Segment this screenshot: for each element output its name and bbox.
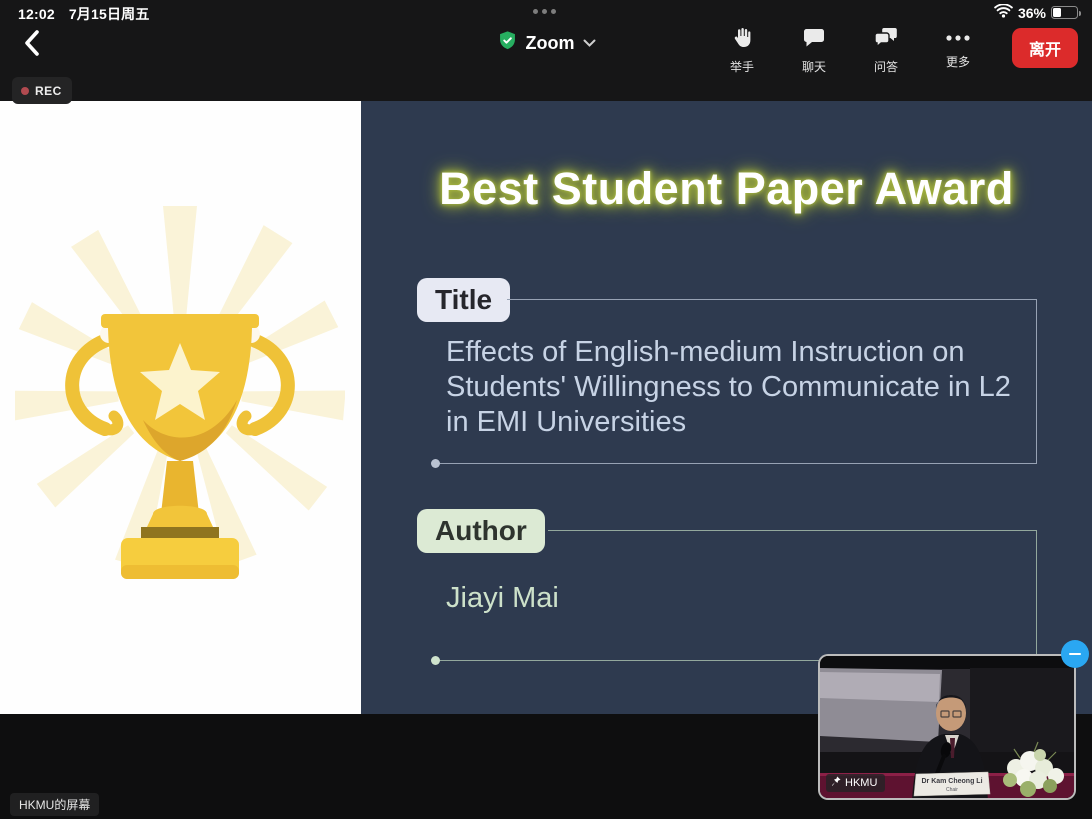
name-card-line1: Dr Kam Cheong Li: [921, 778, 982, 785]
qa-icon: [874, 26, 898, 55]
meeting-controls: 举手 聊天 问答 更多 离开: [720, 26, 1078, 75]
status-indicators: 36%: [994, 4, 1078, 21]
title-section-label: Title: [417, 278, 510, 322]
minimize-thumbnail-button[interactable]: [1061, 640, 1089, 668]
participant-name-badge: HKMU: [826, 774, 885, 792]
title-box-dot: [431, 459, 440, 468]
author-box-dot: [431, 656, 440, 665]
raise-hand-button[interactable]: 举手: [720, 26, 764, 75]
name-card-line2: Chair: [946, 787, 958, 793]
more-button[interactable]: 更多: [936, 26, 980, 70]
zoom-meeting-screen: 12:02 7月15日周五 36% Zoom: [0, 0, 1092, 819]
shared-screen-slide: Best Student Paper Award Title Effects o…: [0, 101, 1092, 714]
more-icon: [945, 26, 971, 50]
author-name-text: Jiayi Mai: [446, 582, 559, 615]
minus-icon: [1069, 653, 1081, 656]
security-shield-icon: [497, 30, 518, 56]
participant-video-thumbnail[interactable]: Dr Kam Cheong Li Chair HKMU: [818, 654, 1076, 800]
more-label: 更多: [946, 53, 970, 70]
app-options-handle[interactable]: [533, 9, 556, 14]
recording-indicator: REC: [12, 77, 72, 104]
meeting-info-dropdown[interactable]: Zoom: [497, 30, 596, 56]
app-title: Zoom: [526, 33, 575, 54]
status-date: 7月15日周五: [69, 6, 150, 22]
participant-name: HKMU: [845, 777, 877, 789]
qa-button[interactable]: 问答: [864, 26, 908, 75]
chat-label: 聊天: [802, 58, 826, 75]
slide-heading: Best Student Paper Award: [361, 163, 1092, 215]
wifi-icon: [994, 4, 1013, 21]
paper-title-text: Effects of English-medium Instruction on…: [446, 335, 1012, 440]
chevron-down-icon: [583, 34, 596, 52]
recording-dot-icon: [21, 87, 29, 95]
title-box-line-top: [507, 299, 1037, 300]
screen-share-label: HKMU的屏幕: [10, 793, 99, 816]
battery-percent: 36%: [1018, 5, 1046, 21]
raise-hand-label: 举手: [730, 58, 754, 75]
trophy-illustration: [15, 196, 345, 636]
title-box-line-bottom: [436, 463, 1037, 464]
slide-left-panel: [0, 101, 361, 714]
raise-hand-icon: [730, 26, 754, 55]
author-box-line-top: [548, 530, 1037, 531]
back-button[interactable]: [14, 26, 48, 60]
status-time: 12:02: [18, 6, 55, 22]
pin-icon: [831, 776, 841, 790]
recording-label: REC: [35, 84, 62, 98]
title-box-line-right: [1036, 299, 1037, 464]
chat-button[interactable]: 聊天: [792, 26, 836, 75]
status-time-date: 12:02 7月15日周五: [18, 4, 150, 24]
author-box-line-right: [1036, 530, 1037, 661]
author-section-label: Author: [417, 509, 545, 553]
chat-icon: [802, 26, 826, 55]
battery-icon: [1051, 6, 1078, 19]
leave-button[interactable]: 离开: [1012, 28, 1078, 68]
top-bar: 12:02 7月15日周五 36% Zoom: [0, 0, 1092, 101]
qa-label: 问答: [874, 58, 898, 75]
